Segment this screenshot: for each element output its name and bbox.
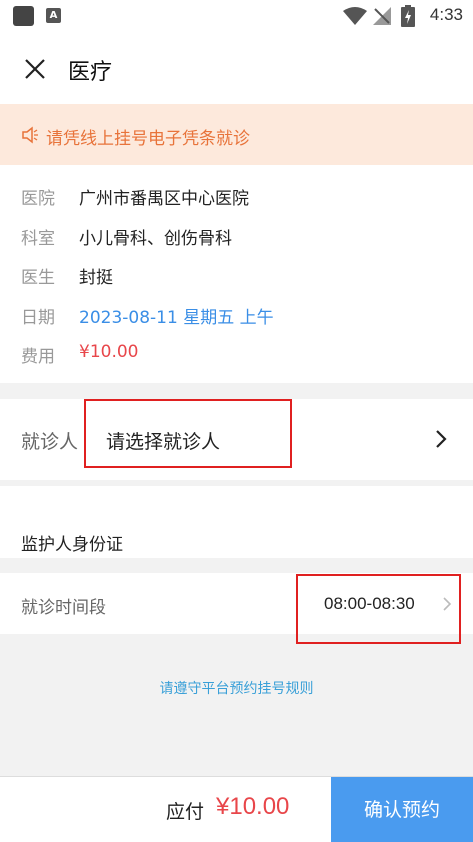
status-bar: A 4:33: [0, 0, 473, 32]
patient-label: 就诊人: [21, 431, 79, 453]
close-button[interactable]: [20, 54, 50, 84]
close-icon: [25, 59, 45, 79]
confirm-booking-button[interactable]: 确认预约: [331, 777, 473, 842]
fee-label: 费用: [21, 347, 55, 367]
app-a-icon: A: [46, 8, 61, 23]
wifi-icon: [343, 7, 367, 25]
date-value: 2023-08-11 星期五 上午: [79, 308, 274, 328]
highlight-box-patient: [84, 399, 292, 468]
pay-label: 应付: [166, 801, 205, 823]
bottom-bar: 应付 ¥10.00 确认预约: [0, 776, 473, 842]
pay-amount: ¥10.00: [216, 793, 290, 820]
date-label: 日期: [21, 308, 55, 328]
doctor-value: 封挺: [79, 268, 113, 288]
department-label: 科室: [21, 229, 55, 249]
notice-text: 请凭线上挂号电子凭条就诊: [46, 129, 250, 149]
rules-link[interactable]: 请遵守平台预约挂号规则: [0, 678, 473, 698]
fee-value: ¥10.00: [79, 342, 139, 362]
hospital-value: 广州市番禺区中心医院: [79, 189, 249, 209]
guardian-id-label: 监护人身份证: [21, 535, 123, 555]
highlight-box-time-slot: [296, 574, 461, 644]
chevron-right-icon[interactable]: [435, 429, 447, 449]
notice-banner: 请凭线上挂号电子凭条就诊: [0, 104, 473, 165]
appointment-info: 医院 广州市番禺区中心医院 科室 小儿骨科、创伤骨科 医生 封挺 日期 2023…: [0, 165, 473, 383]
department-value: 小儿骨科、创伤骨科: [79, 229, 232, 249]
guardian-id-section: 监护人身份证: [0, 486, 473, 558]
hospital-label: 医院: [21, 189, 55, 209]
page-title: 医疗: [68, 60, 113, 85]
doctor-label: 医生: [21, 268, 55, 288]
time-slot-label: 就诊时间段: [21, 598, 106, 618]
app-notification-icon: [13, 6, 34, 26]
no-signal-icon: [373, 7, 391, 25]
speaker-icon: [22, 126, 38, 144]
battery-charging-icon: [401, 5, 415, 27]
clock-time: 4:33: [429, 5, 463, 24]
header: 医疗: [0, 32, 473, 104]
